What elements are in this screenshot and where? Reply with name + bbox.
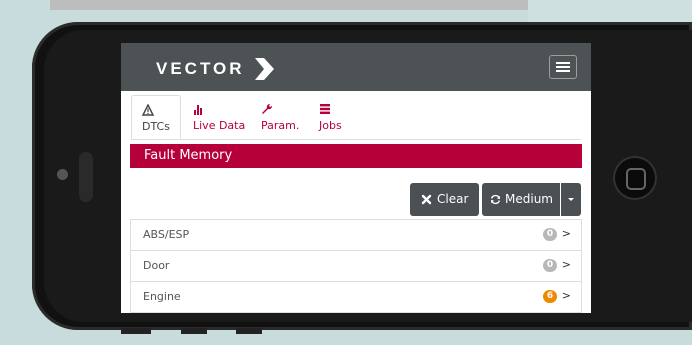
brand-logo[interactable]: VECTOR — [156, 58, 275, 80]
phone-side-button-1 — [121, 328, 151, 334]
medium-label: Medium — [505, 192, 553, 206]
medium-dropdown-toggle[interactable] — [561, 183, 581, 216]
tab-label: Live Data — [193, 119, 246, 132]
tab-param[interactable]: Param. — [251, 95, 303, 139]
background-panel — [528, 0, 692, 22]
hamburger-icon — [556, 62, 570, 64]
chevron-right-icon: > — [561, 289, 571, 302]
count-badge: 0 — [543, 228, 557, 241]
item-name: Engine — [143, 290, 181, 303]
home-square-icon — [626, 168, 646, 190]
home-button[interactable] — [613, 156, 657, 200]
phone-side-button-2 — [181, 328, 207, 334]
app-screen: VECTOR DTCs Live Data Param. Jobs Fault … — [121, 43, 591, 313]
list-item[interactable]: Door 0 > — [131, 251, 581, 282]
caret-down-icon — [568, 198, 574, 201]
item-name: Door — [143, 259, 170, 272]
medium-button[interactable]: Medium — [482, 183, 560, 216]
list-item[interactable]: ABS/ESP 0 > — [131, 220, 581, 251]
list-icon — [320, 104, 330, 114]
count-badge: 6 — [543, 290, 557, 303]
chevron-right-icon: > — [561, 227, 571, 240]
close-icon — [421, 194, 432, 205]
camera-icon — [57, 169, 68, 180]
clear-button[interactable]: Clear — [410, 183, 479, 216]
tab-label: DTCs — [142, 120, 170, 133]
phone-side-button-3 — [236, 328, 262, 334]
chevron-right-icon: > — [561, 258, 571, 271]
menu-button[interactable] — [549, 55, 577, 79]
tab-dtcs[interactable]: DTCs — [131, 95, 181, 139]
tab-live-data[interactable]: Live Data — [183, 95, 247, 139]
tab-jobs[interactable]: Jobs — [309, 95, 351, 139]
tab-label: Param. — [261, 119, 300, 132]
count-badge: 0 — [543, 259, 557, 272]
brand-text: VECTOR — [156, 59, 245, 78]
section-title: Fault Memory — [130, 144, 582, 168]
navbar: VECTOR — [121, 43, 591, 91]
warning-icon — [142, 104, 154, 116]
tab-label: Jobs — [319, 119, 342, 132]
speaker-grille — [79, 152, 93, 202]
chevron-right-logo-icon — [254, 58, 274, 80]
background-bar — [50, 0, 528, 10]
page-bottom-strip — [0, 345, 692, 354]
bar-chart-icon — [194, 105, 202, 115]
fault-list: ABS/ESP 0 > Door 0 > Engine 6 > — [130, 219, 582, 313]
refresh-icon — [490, 194, 501, 205]
clear-label: Clear — [437, 192, 469, 206]
wrench-icon — [262, 103, 273, 114]
list-item[interactable]: Engine 6 > — [131, 282, 581, 313]
item-name: ABS/ESP — [143, 228, 190, 241]
tab-bar: DTCs Live Data Param. Jobs — [131, 95, 581, 140]
